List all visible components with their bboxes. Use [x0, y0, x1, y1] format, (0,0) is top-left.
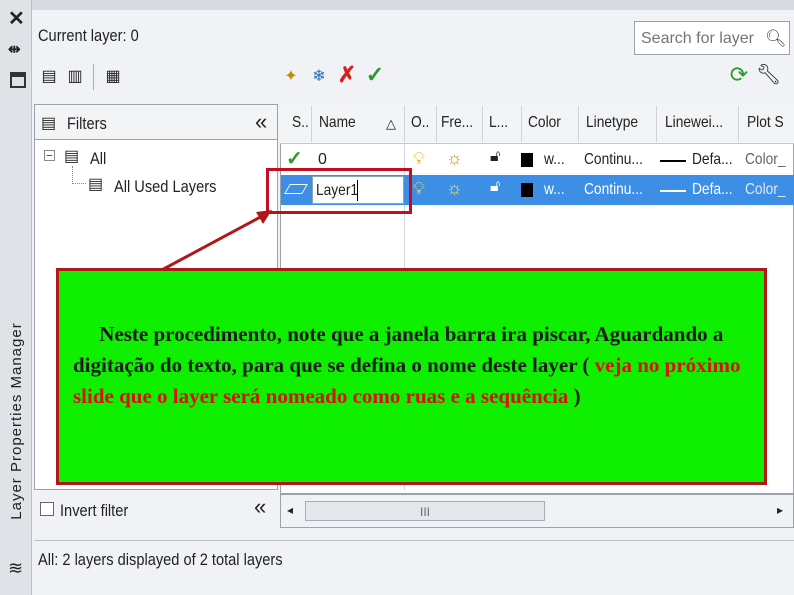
layer-lineweight[interactable]: Defa... — [692, 181, 733, 199]
column-separator — [521, 106, 522, 142]
filters-title: Filters — [67, 114, 107, 133]
scroll-left-icon[interactable]: ◂ — [287, 503, 293, 517]
scroll-thumb[interactable]: III — [305, 501, 545, 521]
collapse-icon[interactable]: « — [254, 494, 266, 520]
layer-linetype[interactable]: Continu... — [584, 181, 643, 199]
layer-color[interactable]: w... — [544, 181, 565, 199]
new-group-filter-icon[interactable]: ▥ — [64, 66, 86, 88]
column-linetype[interactable]: Linetype — [586, 114, 638, 132]
callout-text: Neste procedimento, note que a janela ba… — [73, 319, 753, 412]
column-lock[interactable]: L... — [489, 114, 508, 132]
layer-states-manager-icon[interactable]: ▦ — [102, 66, 124, 88]
unlocked-icon[interactable]: 🔓︎ — [490, 178, 500, 196]
filter-icon: ▤ — [41, 115, 57, 132]
layer-color[interactable]: w... — [544, 151, 565, 169]
invert-filter-checkbox[interactable] — [40, 502, 54, 516]
layer-name[interactable]: 0 — [318, 151, 327, 169]
column-freeze[interactable]: Fre... — [441, 114, 473, 132]
close-icon[interactable]: ✕ — [8, 6, 25, 31]
filter-tree-item-all-used[interactable]: All Used Layers — [114, 177, 216, 197]
column-separator — [311, 106, 312, 142]
unlocked-icon[interactable]: 🔓︎ — [490, 148, 500, 166]
palette-title: Layer Properties Manager — [8, 322, 25, 520]
column-separator — [404, 106, 405, 142]
sun-icon[interactable]: ☼ — [446, 148, 463, 169]
column-separator — [656, 106, 657, 142]
status-divider — [34, 540, 794, 541]
lineweight-line — [660, 190, 686, 192]
highlight-box — [266, 168, 412, 214]
lightbulb-on-icon[interactable]: 💡︎ — [413, 149, 425, 169]
refresh-icon[interactable]: ⟳ — [728, 64, 750, 86]
sort-arrow-icon: △ — [386, 116, 396, 131]
scroll-right-icon[interactable]: ▸ — [777, 503, 783, 517]
current-layer-label: Current layer: 0 — [38, 26, 139, 45]
sun-icon[interactable]: ☼ — [446, 178, 463, 199]
column-separator — [482, 106, 483, 142]
collapse-filters-icon[interactable]: « — [255, 109, 267, 135]
palette-side-strip: ✕ ⇹ Layer Properties Manager ≋ — [0, 0, 32, 595]
invert-filter-row: Invert filter « — [34, 492, 278, 526]
column-separator — [738, 106, 739, 142]
palette-grip-icon[interactable]: ≋ — [8, 558, 23, 579]
search-layer-box[interactable]: 🔍︎ — [634, 21, 790, 55]
toolbar-divider — [93, 64, 94, 90]
settings-wrench-icon[interactable]: 🔧︎ — [756, 64, 781, 86]
layer-filter-icon: ▤ — [88, 176, 104, 193]
new-property-filter-icon[interactable]: ▤ — [38, 66, 60, 88]
delete-layer-icon[interactable]: ✗ — [336, 64, 358, 86]
scroll-thumb-grip: III — [419, 505, 430, 519]
layer-filter-icon: ▤ — [64, 148, 80, 165]
lightbulb-on-icon[interactable]: 💡︎ — [413, 179, 425, 199]
column-separator — [436, 106, 437, 142]
status-bar-text: All: 2 layers displayed of 2 total layer… — [38, 550, 283, 569]
instruction-callout: Neste procedimento, note que a janela ba… — [56, 268, 767, 485]
column-lineweight[interactable]: Linewei... — [665, 114, 723, 132]
color-swatch[interactable] — [521, 153, 533, 167]
column-status[interactable]: S.. — [292, 114, 309, 132]
set-current-icon[interactable]: ✓ — [364, 64, 386, 86]
filter-tree-item-all[interactable]: All — [90, 149, 106, 169]
auto-hide-icon[interactable]: ⇹ — [8, 40, 21, 58]
callout-text-end: ) — [568, 384, 581, 408]
layer-linetype[interactable]: Continu... — [584, 151, 643, 169]
search-icon[interactable]: 🔍︎ — [765, 29, 787, 48]
color-swatch[interactable] — [521, 183, 533, 197]
new-layer-vp-frozen-icon[interactable]: ❄ — [308, 66, 330, 88]
invert-filter-label: Invert filter — [60, 501, 129, 520]
column-name[interactable]: Name — [319, 114, 356, 132]
column-plot-style[interactable]: Plot S — [747, 114, 784, 132]
lineweight-line — [660, 160, 686, 162]
filters-header: ▤ Filters « — [34, 104, 278, 140]
tree-connector — [72, 166, 86, 184]
new-layer-icon[interactable]: ✦ — [280, 66, 302, 88]
column-separator — [578, 106, 579, 142]
horizontal-scrollbar[interactable]: ◂ III ▸ — [280, 494, 794, 528]
column-color[interactable]: Color — [528, 114, 561, 132]
layer-plot-style[interactable]: Color_ — [745, 151, 786, 169]
tree-expander-icon[interactable]: − — [44, 150, 55, 162]
search-layer-input[interactable] — [639, 27, 769, 51]
layer-plot-style[interactable]: Color_ — [745, 181, 786, 199]
properties-icon[interactable] — [10, 72, 26, 88]
layer-lineweight[interactable]: Defa... — [692, 151, 733, 169]
column-on[interactable]: O.. — [411, 114, 429, 132]
